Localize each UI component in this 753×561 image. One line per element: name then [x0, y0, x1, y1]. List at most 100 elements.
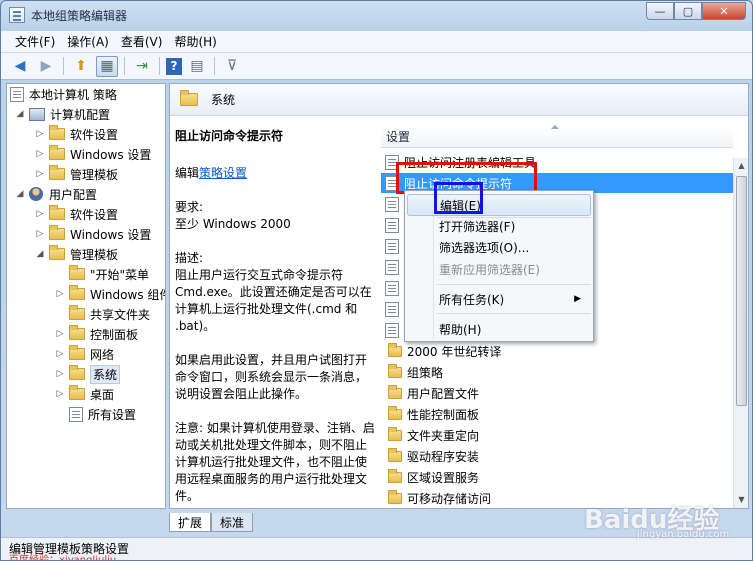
help-icon[interactable]: ? — [166, 57, 182, 75]
tree-item-start-menu[interactable]: "开始"菜单 — [69, 264, 149, 284]
show-hide-tree-icon[interactable]: ▦ — [96, 55, 118, 77]
tree-label: 软件设置 — [70, 127, 119, 142]
expand-arrow-icon[interactable]: ▷ — [35, 149, 45, 159]
list-item-label: 区域设置服务 — [407, 470, 480, 485]
list-item[interactable]: 用户配置文件 — [381, 383, 733, 403]
tree-item-software-settings[interactable]: ▷ 软件设置 — [35, 124, 118, 144]
folder-icon — [49, 125, 65, 140]
close-button[interactable]: ✕ — [702, 2, 746, 20]
ctx-all-tasks-label: 所有任务(K) — [439, 292, 505, 307]
expand-arrow-icon[interactable]: ▷ — [35, 129, 45, 139]
list-item[interactable]: 2000 年世纪转译 — [381, 341, 733, 361]
computer-icon — [29, 107, 45, 121]
policy-settings-link[interactable]: 策略设置 — [199, 166, 247, 180]
ctx-help[interactable]: 帮助(H) — [407, 318, 591, 340]
export-list-icon[interactable]: ⇥ — [131, 56, 153, 77]
tree-item-user-admin-templates[interactable]: ◢ 管理模板 — [35, 244, 118, 264]
title-bar[interactable]: 本地组策略编辑器 — ▢ ✕ — [1, 1, 752, 29]
description-para2: 如果启用此设置，并且用户试图打开命令窗口，则系统会显示一条消息，说明设置会阻止此… — [175, 353, 368, 401]
tree-item-all-settings[interactable]: 所有设置 — [69, 404, 136, 424]
tree-item-user-config[interactable]: ◢ 用户配置 — [15, 184, 97, 204]
toolbar-separator — [63, 57, 64, 75]
extended-description: 阻止访问命令提示符 编辑策略设置 要求: 至少 Windows 2000 描述: 阻… — [175, 128, 375, 508]
ctx-all-tasks[interactable]: 所有任务(K) ▶ — [407, 288, 591, 310]
folder-icon — [388, 405, 402, 420]
ctx-open-filter[interactable]: 打开筛选器(F) — [407, 215, 591, 237]
collapse-arrow-icon[interactable]: ◢ — [15, 189, 25, 199]
expand-arrow-icon[interactable]: ▷ — [55, 289, 65, 299]
ctx-filter-options[interactable]: 筛选器选项(O)... — [407, 236, 591, 258]
tree-item-windows-components[interactable]: ▷ Windows 组件 — [55, 284, 166, 304]
expand-arrow-icon[interactable]: ▷ — [55, 349, 65, 359]
expand-arrow-icon[interactable]: ▷ — [55, 329, 65, 339]
list-item[interactable]: 性能控制面板 — [381, 404, 733, 424]
policy-icon — [385, 259, 399, 275]
expand-arrow-icon[interactable]: ▷ — [35, 229, 45, 239]
minimize-button[interactable]: — — [646, 2, 674, 20]
ctx-reapply-filter: 重新应用筛选器(E) — [439, 262, 540, 277]
toolbar: ◀ ▶ ⬆ ▦ ⇥ ? ▤ ⊽ — [1, 53, 752, 80]
tree-item-network[interactable]: ▷ 网络 — [55, 344, 114, 364]
tree-item-admin-templates[interactable]: ▷ 管理模板 — [35, 164, 118, 184]
menu-view[interactable]: 查看(V) — [115, 33, 169, 50]
tree-label: 网络 — [90, 347, 115, 362]
tab-standard[interactable]: 标准 — [211, 513, 254, 532]
tree-item-computer-config[interactable]: ◢ 计算机配置 — [15, 104, 110, 124]
toolbar-separator — [214, 57, 215, 75]
forward-arrow-icon[interactable]: ▶ — [35, 56, 57, 77]
collapse-arrow-icon[interactable]: ◢ — [35, 249, 45, 259]
menu-action[interactable]: 操作(A) — [61, 33, 115, 50]
tree-item-local-policy[interactable]: 本地计算机 策略 — [10, 84, 117, 104]
properties-icon[interactable]: ▤ — [186, 56, 208, 77]
collapse-arrow-icon[interactable]: ◢ — [15, 109, 25, 119]
tree-item-windows-settings[interactable]: ▷ Windows 设置 — [35, 144, 151, 164]
tree-label: 用户配置 — [49, 187, 98, 202]
menu-file[interactable]: 文件(F) — [9, 33, 61, 50]
policy-icon — [385, 301, 399, 317]
ctx-separator — [437, 284, 591, 285]
list-item[interactable]: 驱动程序安装 — [381, 446, 733, 466]
folder-icon — [69, 305, 85, 320]
tree-item-user-software-settings[interactable]: ▷ 软件设置 — [35, 204, 118, 224]
toolbar-separator — [159, 57, 160, 75]
expand-arrow-icon[interactable]: ▷ — [55, 369, 65, 379]
back-arrow-icon[interactable]: ◀ — [9, 56, 31, 77]
tree-item-user-windows-settings[interactable]: ▷ Windows 设置 — [35, 224, 151, 244]
expand-arrow-icon[interactable]: ▷ — [55, 389, 65, 399]
tree-label: Windows 组件 — [90, 287, 166, 302]
tree-label: 控制面板 — [90, 327, 139, 342]
expand-arrow-icon[interactable]: ▷ — [35, 169, 45, 179]
folder-icon — [388, 384, 402, 399]
scroll-down-icon[interactable]: ▼ — [734, 492, 748, 508]
column-header-setting[interactable]: 设置 — [381, 125, 733, 148]
list-item[interactable]: 组策略 — [381, 362, 733, 382]
menu-help[interactable]: 帮助(H) — [168, 33, 222, 50]
submenu-arrow-icon: ▶ — [574, 294, 581, 304]
vertical-scrollbar[interactable]: ▲ ▼ — [733, 158, 748, 508]
list-item-label: 性能控制面板 — [407, 407, 480, 422]
list-item[interactable]: 区域设置服务 — [381, 467, 733, 487]
tree-item-desktop[interactable]: ▷ 桌面 — [55, 384, 114, 404]
path-header: 系统 — [170, 84, 748, 116]
list-item[interactable]: 文件夹重定向 — [381, 425, 733, 445]
scroll-up-icon[interactable]: ▲ — [734, 158, 748, 174]
tree-label: 管理模板 — [70, 247, 119, 262]
tree-item-control-panel[interactable]: ▷ 控制面板 — [55, 324, 138, 344]
filter-icon[interactable]: ⊽ — [221, 56, 243, 77]
up-folder-icon[interactable]: ⬆ — [70, 56, 92, 77]
tree-item-system[interactable]: ▷ 系统 — [55, 364, 121, 384]
list-item-label: 组策略 — [407, 365, 444, 380]
status-bar: 编辑管理模板策略设置 百度经验：xiyangliuliu — [1, 537, 752, 560]
tree-item-shared-folders[interactable]: 共享文件夹 — [69, 304, 150, 324]
tab-extended[interactable]: 扩展 — [169, 513, 212, 532]
tree-label: 计算机配置 — [50, 107, 111, 122]
maximize-button[interactable]: ▢ — [674, 2, 702, 20]
folder-icon — [69, 325, 85, 340]
scroll-thumb[interactable] — [736, 176, 747, 406]
description-text: 阻止用户运行交互式命令提示符 Cmd.exe。此设置还确定是否可以在计算机上运行… — [175, 268, 372, 333]
window-title: 本地组策略编辑器 — [31, 9, 128, 23]
folder-icon — [388, 489, 402, 504]
tree-label: 管理模板 — [70, 167, 119, 182]
expand-arrow-icon[interactable]: ▷ — [35, 209, 45, 219]
folder-icon — [69, 285, 85, 300]
